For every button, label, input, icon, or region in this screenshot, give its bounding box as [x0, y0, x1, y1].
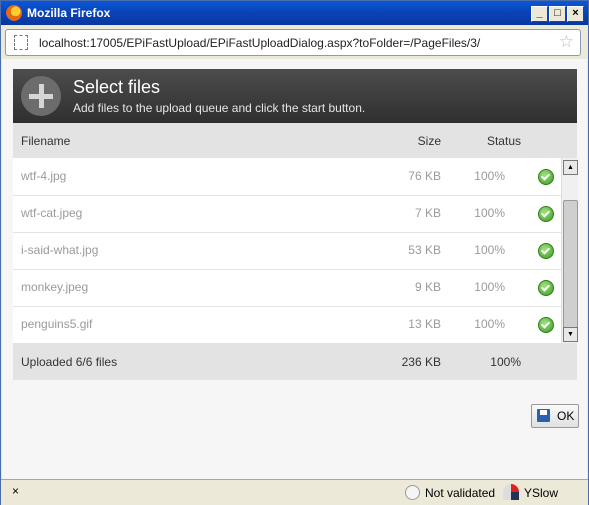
close-button[interactable]: × — [567, 6, 584, 22]
title-bar: Mozilla Firefox _ □ × — [1, 1, 588, 25]
save-icon — [537, 409, 550, 422]
window-title: Mozilla Firefox — [27, 6, 111, 20]
column-size: Size — [417, 134, 441, 148]
file-size: 53 KB — [408, 243, 441, 257]
file-row[interactable]: wtf-cat.jpeg 7 KB 100% — [13, 195, 561, 233]
column-filename: Filename — [21, 134, 71, 148]
firefox-icon — [6, 5, 22, 21]
file-status: 100% — [474, 243, 505, 257]
minimize-button[interactable]: _ — [531, 6, 548, 22]
page-icon — [14, 35, 28, 50]
scroll-down-button[interactable]: ▼ — [563, 327, 578, 342]
ok-button-label: OK — [557, 409, 575, 423]
file-size: 7 KB — [414, 206, 441, 220]
summary-status: 100% — [490, 355, 521, 369]
validation-status[interactable]: Not validated — [425, 486, 495, 500]
bookmark-star-icon[interactable]: ☆ — [559, 32, 574, 52]
file-status: 100% — [474, 206, 505, 220]
dialog-subtitle: Add files to the upload queue and click … — [73, 101, 366, 115]
check-icon — [538, 280, 554, 296]
file-status: 100% — [474, 280, 505, 294]
yslow-icon — [503, 484, 519, 500]
file-row[interactable]: i-said-what.jpg 53 KB 100% — [13, 232, 561, 270]
url-field[interactable]: localhost:17005/EPiFastUpload/EPiFastUpl… — [5, 29, 581, 56]
address-bar: localhost:17005/EPiFastUpload/EPiFastUpl… — [1, 25, 588, 59]
file-name: wtf-4.jpg — [21, 169, 67, 183]
close-statusbar-icon[interactable]: × — [12, 484, 19, 498]
summary-size: 236 KB — [401, 355, 441, 369]
browser-window: Mozilla Firefox _ □ × localhost:17005/EP… — [0, 0, 589, 505]
dialog-title: Select files — [73, 77, 161, 97]
file-name: monkey.jpeg — [21, 280, 89, 294]
status-bar: × Not validated YSlow — [1, 479, 588, 505]
validation-icon — [405, 485, 420, 500]
check-icon — [538, 169, 554, 185]
file-name: i-said-what.jpg — [21, 243, 99, 257]
dialog-header: Select files Add files to the upload que… — [13, 69, 577, 123]
column-status: Status — [486, 134, 521, 148]
file-status: 100% — [474, 317, 505, 331]
check-icon — [538, 243, 554, 259]
url-text: localhost:17005/EPiFastUpload/EPiFastUpl… — [39, 36, 481, 50]
yslow-label[interactable]: YSlow — [524, 486, 558, 500]
scroll-thumb[interactable] — [563, 200, 578, 328]
file-size: 13 KB — [408, 317, 441, 331]
maximize-button[interactable]: □ — [549, 6, 566, 22]
check-icon — [538, 317, 554, 333]
file-list: wtf-4.jpg 76 KB 100% wtf-cat.jpeg 7 KB 1… — [13, 158, 578, 343]
file-size: 9 KB — [414, 280, 441, 294]
summary-label: Uploaded 6/6 files — [21, 355, 118, 369]
add-files-icon[interactable] — [21, 76, 61, 116]
file-row[interactable]: monkey.jpeg 9 KB 100% — [13, 269, 561, 307]
scroll-up-button[interactable]: ▲ — [563, 160, 578, 175]
column-header: Filename Size Status — [13, 123, 577, 158]
upload-dialog: Select files Add files to the upload que… — [2, 59, 587, 479]
file-row[interactable]: wtf-4.jpg 76 KB 100% — [13, 158, 561, 196]
file-name: wtf-cat.jpeg — [21, 206, 83, 220]
ok-button[interactable]: OK — [531, 404, 579, 428]
check-icon — [538, 206, 554, 222]
file-name: penguins5.gif — [21, 317, 93, 331]
file-row[interactable]: penguins5.gif 13 KB 100% — [13, 306, 561, 343]
upload-summary: Uploaded 6/6 files 236 KB 100% — [13, 343, 577, 380]
file-size: 76 KB — [408, 169, 441, 183]
file-list-scrollbar[interactable]: ▲ ▼ — [561, 158, 578, 343]
file-status: 100% — [474, 169, 505, 183]
